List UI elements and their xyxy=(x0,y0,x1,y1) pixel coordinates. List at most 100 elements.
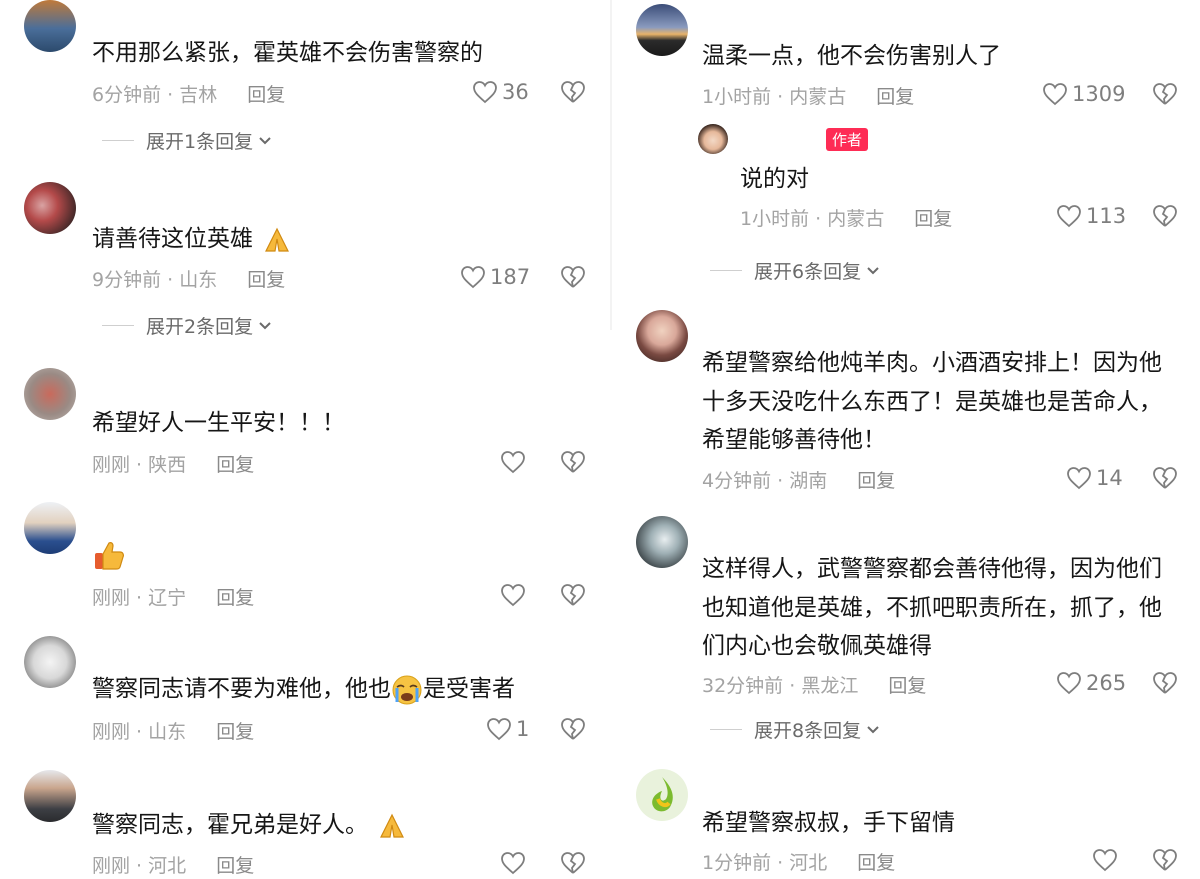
expand-label: 展开2条回复 xyxy=(146,316,254,338)
dislike-button[interactable] xyxy=(560,450,586,478)
dislike-button[interactable] xyxy=(1152,671,1178,699)
meta-separator: · xyxy=(130,454,149,476)
dislike-button[interactable] xyxy=(1152,848,1178,876)
expand-label: 展开6条回复 xyxy=(754,261,862,283)
reply-button[interactable]: 回复 xyxy=(914,208,952,230)
like-button[interactable]: 187 xyxy=(460,265,530,289)
reply-button[interactable]: 回复 xyxy=(888,675,926,697)
avatar[interactable] xyxy=(24,770,76,822)
comment-time: 1小时前 xyxy=(740,208,810,230)
comment-text-body: 请善待这位英雄 xyxy=(92,226,253,252)
reply-button[interactable]: 回复 xyxy=(857,470,895,492)
reply-button[interactable]: 回复 xyxy=(216,855,254,877)
expand-replies-button[interactable]: 展开8条回复 xyxy=(710,716,881,743)
comment-text-line: 希望警察给他炖羊肉。小酒酒安排上！因为他 xyxy=(702,350,1162,376)
like-button[interactable] xyxy=(500,450,526,474)
expand-line xyxy=(102,325,134,326)
comment-location: 山东 xyxy=(148,721,187,743)
comment-time: 9分钟前 xyxy=(92,269,162,291)
like-button[interactable]: 1309 xyxy=(1042,82,1125,106)
dislike-button[interactable] xyxy=(1152,82,1178,110)
like-button[interactable] xyxy=(1092,848,1118,872)
dislike-button[interactable] xyxy=(1152,204,1178,232)
comment-text: 不用那么紧张，霍英雄不会伤害警察的 xyxy=(92,40,483,66)
heart-icon xyxy=(1093,849,1117,872)
avatar[interactable] xyxy=(636,310,688,362)
like-button[interactable] xyxy=(500,851,526,875)
reply-button[interactable]: 回复 xyxy=(216,721,254,743)
broken-heart-icon xyxy=(561,451,585,473)
comment-meta: 刚刚 · 陕西 回复 xyxy=(92,450,254,477)
reply-button[interactable]: 回复 xyxy=(857,852,895,874)
avatar[interactable] xyxy=(24,182,76,234)
comment-text-body: 警察同志，霍兄弟是好人。 xyxy=(92,812,368,838)
broken-heart-icon xyxy=(1153,672,1177,694)
like-count: 14 xyxy=(1096,466,1123,490)
comment-time: 32分钟前 xyxy=(702,675,784,697)
comment-text: 警察同志，霍兄弟是好人。 xyxy=(92,806,409,844)
reply-button[interactable]: 回复 xyxy=(247,269,285,291)
dislike-button[interactable] xyxy=(560,80,586,108)
comment-text: 请善待这位英雄 xyxy=(92,220,294,258)
comment-text xyxy=(92,536,126,574)
comment-location: 河北 xyxy=(148,855,187,877)
broken-heart-icon xyxy=(1153,849,1177,871)
chevron-down-icon xyxy=(259,321,271,329)
meta-separator: · xyxy=(161,269,180,291)
comment-text: 警察同志请不要为难他，他也 是受害者 xyxy=(92,670,515,708)
reply-button[interactable]: 回复 xyxy=(247,84,285,106)
expand-replies-button[interactable]: 展开2条回复 xyxy=(102,312,273,339)
like-button[interactable]: 36 xyxy=(472,80,529,104)
comment-time: 1小时前 xyxy=(702,86,772,108)
expand-line xyxy=(102,140,134,141)
meta-separator: · xyxy=(809,208,828,230)
reply-button[interactable]: 回复 xyxy=(876,86,914,108)
author-badge: 作者 xyxy=(826,128,869,151)
avatar[interactable] xyxy=(24,502,76,554)
avatar[interactable] xyxy=(698,124,728,154)
heart-icon xyxy=(1057,672,1081,695)
avatar[interactable] xyxy=(636,4,688,56)
comment-text: 温柔一点，他不会伤害别人了 xyxy=(702,43,1001,69)
like-count: 113 xyxy=(1086,204,1127,228)
dislike-button[interactable] xyxy=(560,265,586,293)
thumbs-up-icon xyxy=(95,541,124,570)
comment-time: 4分钟前 xyxy=(702,470,772,492)
like-button[interactable]: 113 xyxy=(1056,204,1126,228)
meta-separator: · xyxy=(130,721,149,743)
dislike-button[interactable] xyxy=(560,851,586,879)
leaf-logo-icon xyxy=(652,777,673,812)
meta-separator: · xyxy=(771,470,790,492)
praying-hands-icon xyxy=(380,813,405,838)
comment-location: 吉林 xyxy=(179,84,218,106)
heart-icon xyxy=(501,584,525,607)
broken-heart-icon xyxy=(561,266,585,288)
comment-meta: 刚刚 · 河北 回复 xyxy=(92,851,254,878)
avatar[interactable] xyxy=(636,516,688,568)
avatar[interactable] xyxy=(24,0,76,52)
like-button[interactable]: 265 xyxy=(1056,671,1126,695)
crying-face-icon xyxy=(392,675,422,704)
reply-button[interactable]: 回复 xyxy=(216,587,254,609)
like-button[interactable]: 14 xyxy=(1066,466,1123,490)
avatar[interactable] xyxy=(636,769,688,821)
avatar[interactable] xyxy=(24,636,76,688)
comment-time: 刚刚 xyxy=(92,721,131,743)
comment-location: 山东 xyxy=(179,269,218,291)
dislike-button[interactable] xyxy=(560,717,586,745)
dislike-button[interactable] xyxy=(560,583,586,611)
like-button[interactable] xyxy=(500,583,526,607)
dislike-button[interactable] xyxy=(1152,466,1178,494)
chevron-down-icon xyxy=(867,266,879,274)
comment-meta: 1小时前 · 内蒙古 回复 xyxy=(702,82,914,109)
like-button[interactable]: 1 xyxy=(486,717,529,741)
reply-button[interactable]: 回复 xyxy=(216,454,254,476)
comment-meta: 6分钟前 · 吉林 回复 xyxy=(92,80,285,107)
comment-meta: 刚刚 · 山东 回复 xyxy=(92,717,254,744)
broken-heart-icon xyxy=(1153,83,1177,105)
expand-replies-button[interactable]: 展开1条回复 xyxy=(102,127,273,154)
avatar[interactable] xyxy=(24,368,76,420)
comment-meta: 1小时前 · 内蒙古 回复 xyxy=(740,204,952,231)
expand-replies-button[interactable]: 展开6条回复 xyxy=(710,257,881,284)
heart-icon xyxy=(473,81,497,104)
